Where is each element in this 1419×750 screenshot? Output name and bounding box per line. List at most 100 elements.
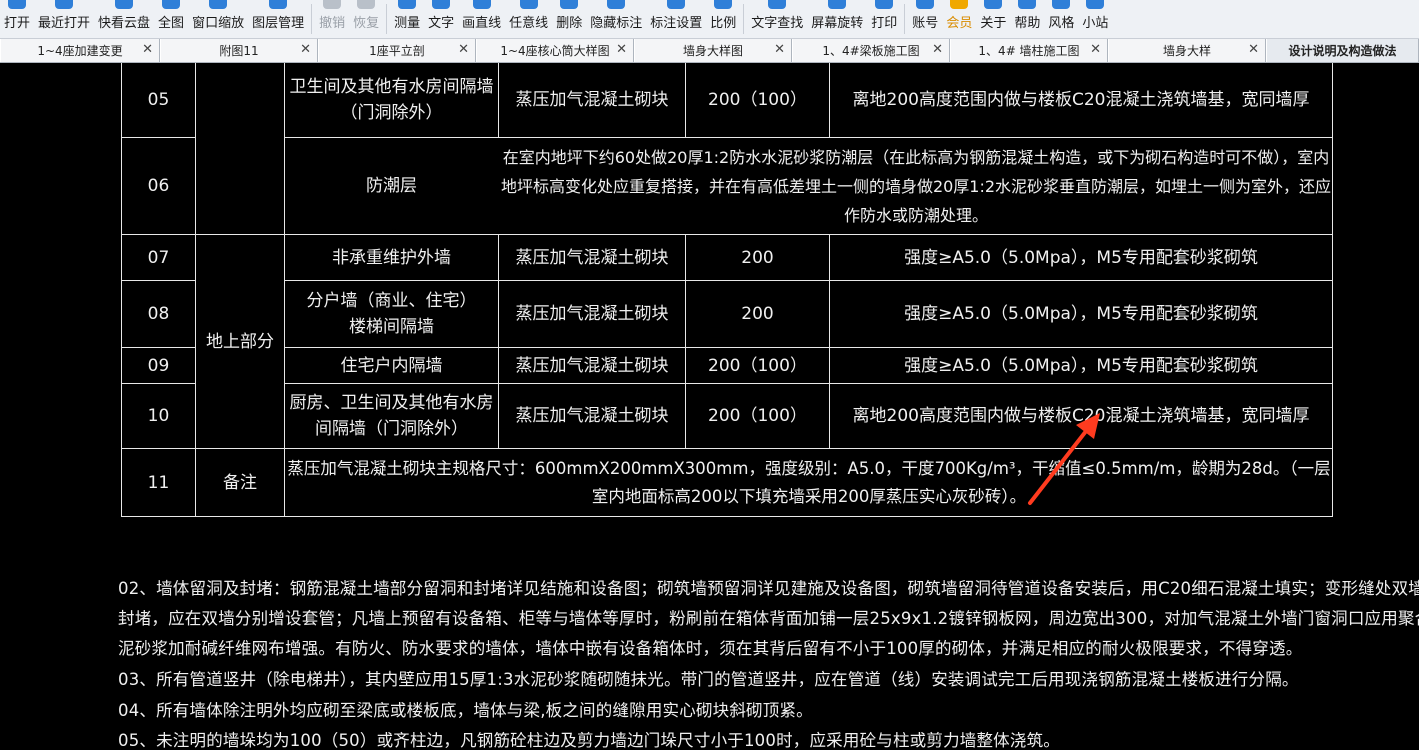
toolbar-button[interactable]: 任意线 [505, 0, 552, 38]
toolbar-button[interactable]: 测量 [390, 0, 424, 38]
cloud-icon [115, 0, 134, 9]
toolbar-button[interactable]: 删除 [552, 0, 586, 38]
toolbar-button-label: 撤销 [319, 16, 346, 31]
tab-label: 1~4座加建变更 [37, 44, 123, 58]
about-icon [984, 0, 1003, 9]
tab-close-icon[interactable]: ✕ [616, 42, 627, 57]
toolbar-button-label: 最近打开 [38, 16, 91, 31]
toolbar-button-label: 会员 [946, 16, 973, 31]
tab-close-icon[interactable]: ✕ [458, 42, 469, 57]
document-tabs: 1~4座加建变更 ✕ 附图11 ✕ 1座平立剖 ✕ 1~4座核心筒大样图 ✕ 墙身大样图 ✕ 1、4… [0, 39, 1419, 63]
toolbar-button-label: 图层管理 [252, 16, 305, 31]
annotation-arrow-icon [1028, 413, 1100, 505]
vip-icon [950, 0, 969, 9]
document-tab[interactable]: 设计说明及构造做法 [1266, 39, 1419, 62]
tab-close-icon[interactable]: ✕ [142, 42, 153, 57]
toolbar-button[interactable]: 快看云盘 [94, 0, 154, 38]
redo-icon [357, 0, 376, 9]
drawing-canvas[interactable]: 05 卫生间及其他有水房间隔墙（门洞除外） 蒸压加气混凝土砌块 200（100）… [0, 63, 1419, 750]
document-tab[interactable]: 1、4#梁板施工图 ✕ [792, 39, 950, 62]
tab-close-icon[interactable]: ✕ [932, 42, 943, 57]
toolbar-button-label: 恢复 [353, 16, 380, 31]
toolbar-separator [743, 4, 745, 34]
tab-label: 1、4# 墙柱施工图 [978, 44, 1080, 58]
toolbar-button[interactable]: 打开 [0, 0, 34, 38]
tab-close-icon[interactable]: ✕ [1248, 42, 1259, 57]
station-icon [1086, 0, 1105, 9]
style-icon [1052, 0, 1071, 9]
tab-label: 1座平立剖 [369, 44, 425, 58]
toolbar-button[interactable]: 帮助 [1010, 0, 1044, 38]
tab-close-icon[interactable]: ✕ [774, 42, 785, 57]
toolbar-button-label: 风格 [1048, 16, 1075, 31]
toolbar-button-label: 帮助 [1014, 16, 1041, 31]
layers-icon [269, 0, 288, 9]
toolbar-button[interactable]: 打印 [867, 0, 901, 38]
toolbar-button[interactable]: 恢复 [349, 0, 383, 38]
toolbar-button[interactable]: 画直线 [458, 0, 505, 38]
tab-close-icon[interactable]: ✕ [1090, 42, 1101, 57]
document-tab[interactable]: 1~4座核心筒大样图 ✕ [476, 39, 634, 62]
zoom-window-icon [209, 0, 228, 9]
account-icon [916, 0, 935, 9]
document-tab[interactable]: 墙身大样图 ✕ [634, 39, 792, 62]
toolbar-button-label: 屏幕旋转 [811, 16, 864, 31]
toolbar-button-label: 任意线 [509, 16, 549, 31]
tab-label: 附图11 [219, 44, 259, 58]
toolbar-button-label: 删除 [556, 16, 583, 31]
document-tab[interactable]: 墙身大样 ✕ [1108, 39, 1266, 62]
toolbar-button[interactable]: 账号 [908, 0, 942, 38]
toolbar-button[interactable]: 屏幕旋转 [807, 0, 867, 38]
toolbar-button-label: 快看云盘 [98, 16, 151, 31]
scale-icon [714, 0, 733, 9]
tab-label: 墙身大样 [1162, 44, 1211, 58]
toolbar-button-label: 比例 [710, 16, 737, 31]
toolbar-button[interactable]: 图层管理 [248, 0, 308, 38]
toolbar-button[interactable]: 最近打开 [34, 0, 94, 38]
toolbar-button[interactable]: 标注设置 [646, 0, 706, 38]
toolbar-separator [386, 4, 388, 34]
toolbar-button-label: 文字 [428, 16, 455, 31]
toolbar-button-label: 打开 [4, 16, 31, 31]
toolbar-button-label: 隐藏标注 [590, 16, 643, 31]
tab-label: 1~4座核心筒大样图 [500, 44, 610, 58]
toolbar-button[interactable]: 小站 [1078, 0, 1112, 38]
freehand-icon [519, 0, 538, 9]
toolbar-button[interactable]: 隐藏标注 [586, 0, 646, 38]
hide-annotation-icon [607, 0, 626, 9]
toolbar-button[interactable]: 风格 [1044, 0, 1078, 38]
undo-icon [323, 0, 342, 9]
toolbar-button[interactable]: 会员 [942, 0, 976, 38]
toolbar-button[interactable]: 撤销 [315, 0, 349, 38]
toolbar-button-label: 画直线 [462, 16, 502, 31]
tab-label: 设计说明及构造做法 [1288, 44, 1397, 58]
toolbar-button-label: 关于 [980, 16, 1007, 31]
document-tab[interactable]: 1座平立剖 ✕ [318, 39, 476, 62]
toolbar-button-label: 小站 [1082, 16, 1109, 31]
toolbar-button[interactable]: 全图 [154, 0, 188, 38]
recent-files-icon [55, 0, 74, 9]
document-tab[interactable]: 附图11 ✕ [160, 39, 318, 62]
ruler-icon [398, 0, 417, 9]
line-icon [472, 0, 491, 9]
annotation-settings-icon [667, 0, 686, 9]
text-search-icon [768, 0, 787, 9]
tab-label: 墙身大样图 [682, 44, 743, 58]
toolbar-button[interactable]: 文字查找 [747, 0, 807, 38]
document-tab[interactable]: 1~4座加建变更 ✕ [0, 39, 160, 62]
fit-all-icon [162, 0, 181, 9]
tab-close-icon[interactable]: ✕ [300, 42, 311, 57]
main-toolbar: 打开 最近打开 快看云盘 全图 窗口缩放 图层管理 撤销 恢复 测量 文字 画直线 任意线 删除 隐藏标注… [0, 0, 1419, 39]
tab-label: 1、4#梁板施工图 [822, 44, 920, 58]
folder-open-icon [8, 0, 26, 9]
toolbar-button[interactable]: 比例 [706, 0, 740, 38]
delete-icon [560, 0, 579, 9]
toolbar-button-label: 账号 [912, 16, 939, 31]
toolbar-button[interactable]: 关于 [976, 0, 1010, 38]
text-icon [432, 0, 451, 9]
toolbar-button[interactable]: 文字 [424, 0, 458, 38]
toolbar-button[interactable]: 窗口缩放 [188, 0, 248, 38]
toolbar-button-label: 全图 [158, 16, 185, 31]
toolbar-button-label: 测量 [394, 16, 421, 31]
document-tab[interactable]: 1、4# 墙柱施工图 ✕ [950, 39, 1108, 62]
